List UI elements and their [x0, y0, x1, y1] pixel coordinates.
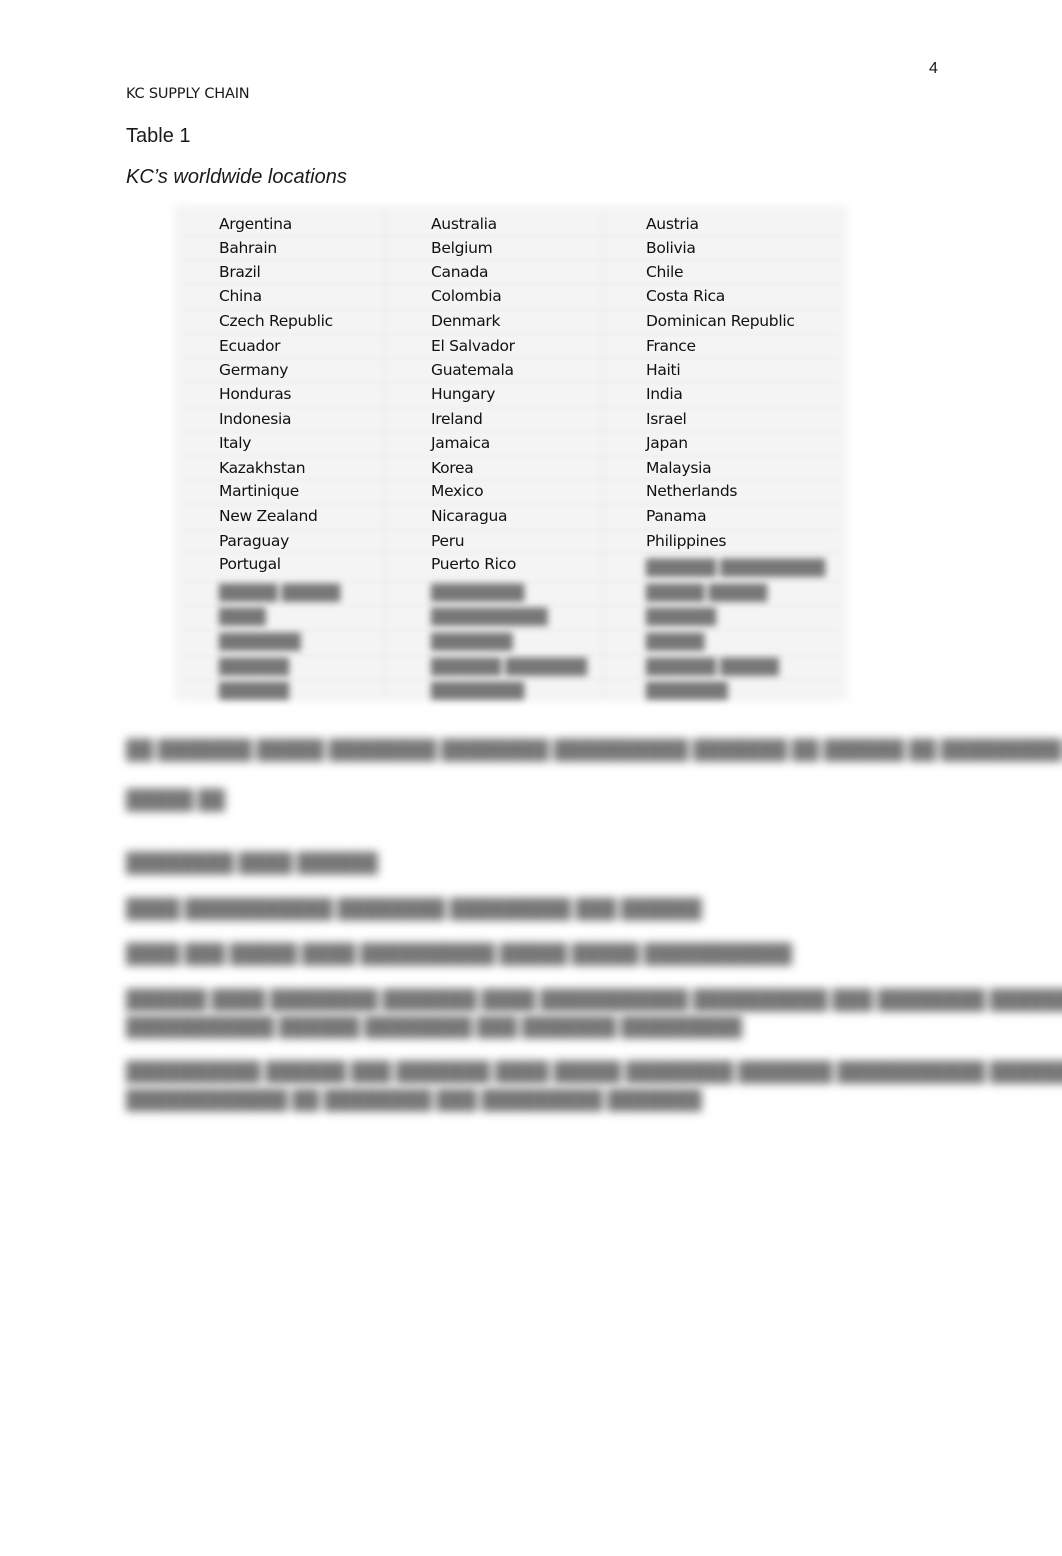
page-number: 4: [929, 60, 938, 77]
table-cell: India: [646, 385, 683, 403]
row-divider: [182, 581, 840, 582]
blurred-text-line: ████████████ ██ ████████ ███ █████████ █…: [126, 1090, 702, 1111]
table-cell: Japan: [646, 434, 688, 452]
blurred-text-line: ████ ███ █████ ████ ██████████ █████ ███…: [126, 944, 792, 965]
row-divider: [182, 655, 840, 656]
table-cell: █████ █████: [219, 584, 340, 602]
blurred-text-line: ███████████ ██████ ████████ ███ ███████ …: [126, 1017, 743, 1038]
blurred-text-line: ██████ ████ ████████ ███████ ████ ██████…: [126, 990, 1062, 1011]
table-cell: ██████: [219, 682, 289, 700]
table-cell: Kazakhstan: [219, 459, 306, 477]
table-cell: ███████: [219, 633, 301, 651]
row-divider: [182, 630, 840, 631]
table-cell: Canada: [431, 263, 489, 281]
table-cell: Hungary: [431, 385, 496, 403]
blurred-text-line: █████ ██: [126, 790, 225, 811]
table-cell: ███████: [431, 633, 513, 651]
table-cell: █████: [646, 633, 705, 651]
table-cell: Indonesia: [219, 410, 292, 428]
table-cell: Bolivia: [646, 239, 696, 257]
blurred-text-line: ██ ███████ █████ ████████ ████████ █████…: [126, 740, 1062, 761]
table-cell: Germany: [219, 361, 289, 379]
row-divider: [182, 504, 840, 505]
table-cell: El Salvador: [431, 337, 515, 355]
table-cell: ████████: [431, 584, 524, 602]
table-cell: Australia: [431, 215, 497, 233]
row-divider: [182, 407, 840, 408]
table-cell: Portugal: [219, 555, 281, 573]
row-divider: [182, 431, 840, 432]
row-divider: [182, 529, 840, 530]
table-cell: Costa Rica: [646, 287, 725, 305]
table-cell: Brazil: [219, 263, 261, 281]
table-cell: Mexico: [431, 482, 484, 500]
row-divider: [182, 679, 840, 680]
table-cell: Colombia: [431, 287, 502, 305]
table-cell: France: [646, 337, 696, 355]
table-cell: Israel: [646, 410, 687, 428]
table-cell: Dominican Republic: [646, 312, 795, 330]
table-cell: ██████ ███████: [431, 658, 587, 676]
row-divider: [182, 260, 840, 261]
table-cell: Korea: [431, 459, 474, 477]
table-cell: Puerto Rico: [431, 555, 517, 573]
table-cell: Philippines: [646, 532, 727, 550]
table-cell: Ireland: [431, 410, 483, 428]
table-cell: Haiti: [646, 361, 681, 379]
table-cell: ████████: [431, 682, 524, 700]
table-cell: Nicaragua: [431, 507, 508, 525]
table-cell: ██████ █████████: [646, 559, 825, 577]
table-cell: Austria: [646, 215, 699, 233]
row-divider: [182, 358, 840, 359]
table-cell: Guatemala: [431, 361, 514, 379]
row-divider: [182, 236, 840, 237]
blurred-text-line: ████████ ████ ██████: [126, 853, 378, 874]
table-cell: Belgium: [431, 239, 493, 257]
table-cell: Martinique: [219, 482, 299, 500]
table-cell: ████: [219, 608, 266, 626]
table-label: Table 1: [126, 125, 191, 147]
running-head: KC SUPPLY CHAIN: [126, 86, 250, 102]
row-divider: [182, 456, 840, 457]
row-divider: [182, 309, 840, 310]
table-cell: Argentina: [219, 215, 292, 233]
table-cell: Bahrain: [219, 239, 277, 257]
table-cell: ██████ █████: [646, 658, 779, 676]
table-cell: China: [219, 287, 262, 305]
table-cell: Jamaica: [431, 434, 490, 452]
table-cell: Denmark: [431, 312, 501, 330]
table-cell: Italy: [219, 434, 252, 452]
row-divider: [182, 284, 840, 285]
row-divider: [182, 334, 840, 335]
table-cell: ███████: [646, 682, 728, 700]
table-caption: KC’s worldwide locations: [126, 166, 347, 188]
table-cell: █████ █████: [646, 584, 767, 602]
table-cell: ██████: [219, 658, 289, 676]
table-cell: ██████: [646, 608, 716, 626]
row-divider: [182, 552, 840, 553]
row-divider: [182, 605, 840, 606]
table-cell: New Zealand: [219, 507, 318, 525]
table-cell: Czech Republic: [219, 312, 333, 330]
blurred-text-line: ██████████ ██████ ███ ███████ ████ █████…: [126, 1062, 1062, 1083]
table-cell: Chile: [646, 263, 684, 281]
row-divider: [182, 479, 840, 480]
row-divider: [182, 382, 840, 383]
table-cell: Peru: [431, 532, 465, 550]
table-cell: Ecuador: [219, 337, 281, 355]
table-cell: ██████████: [431, 608, 548, 626]
locations-table: Argentina Australia Austria Bahrain Belgium B…: [174, 205, 848, 701]
table-cell: Honduras: [219, 385, 292, 403]
document-page: 4 KC SUPPLY CHAIN Table 1 KC’s worldwide…: [0, 0, 1062, 1556]
table-cell: Malaysia: [646, 459, 712, 477]
table-cell: Panama: [646, 507, 707, 525]
table-cell: Paraguay: [219, 532, 289, 550]
table-cell: Netherlands: [646, 482, 738, 500]
blurred-text-line: ████ ███████████ ████████ █████████ ███ …: [126, 899, 702, 920]
table-background: [174, 205, 848, 701]
